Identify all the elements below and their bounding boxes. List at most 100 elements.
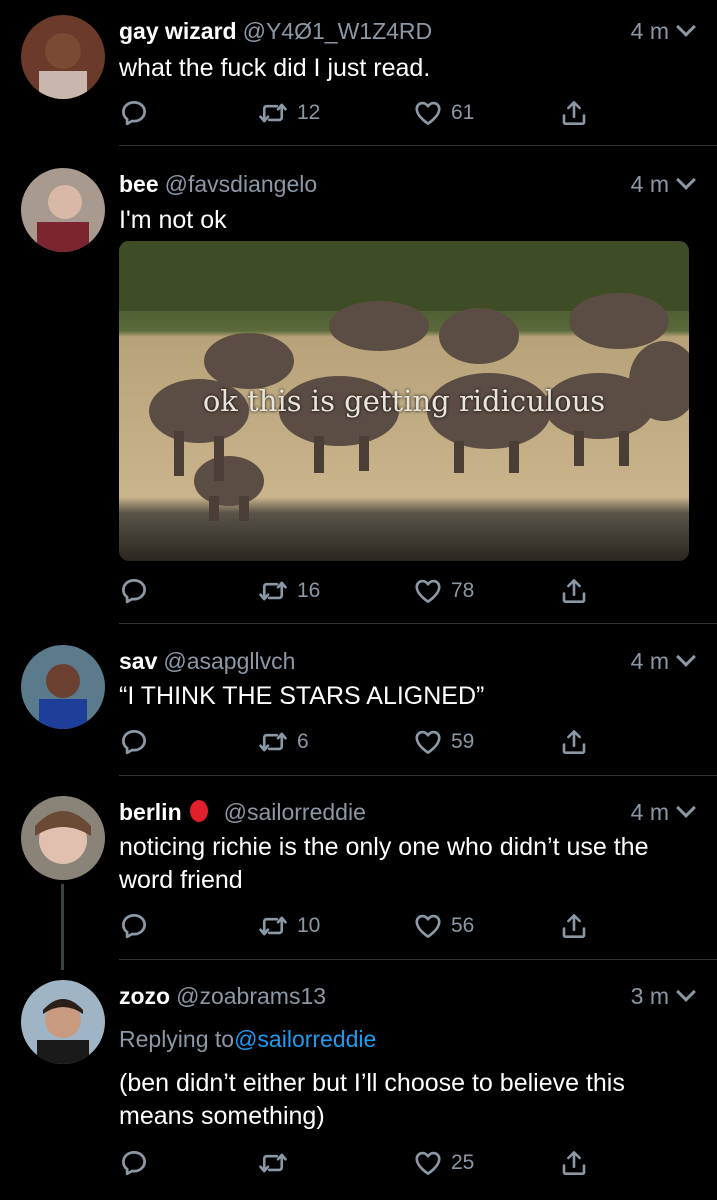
share-icon xyxy=(559,911,589,941)
tweet-header: gay wizard @Y4Ø1_W1Z4RD 4 m xyxy=(119,17,696,45)
display-name[interactable]: berlin xyxy=(119,799,182,825)
tweet-image[interactable]: ok this is getting ridiculous xyxy=(119,241,689,561)
chevron-down-icon[interactable] xyxy=(676,982,696,1002)
avatar[interactable] xyxy=(21,15,105,99)
share-button[interactable] xyxy=(559,574,589,608)
avatar[interactable] xyxy=(21,980,105,1064)
retweet-button[interactable]: 10 xyxy=(257,909,320,943)
heart-icon xyxy=(413,98,443,128)
like-button[interactable]: 61 xyxy=(413,96,474,130)
tweet[interactable]: zozo @zoabrams13 3 m Replying to@sailorre… xyxy=(0,960,717,1200)
tweet-actions: 12 61 xyxy=(119,96,599,130)
timestamp: 3 m xyxy=(630,982,696,1010)
tweet-header: sav @asapgllvch 4 m xyxy=(119,647,696,675)
replying-to-label: Replying to xyxy=(119,1026,235,1052)
tweet-actions: 25 xyxy=(119,1146,599,1180)
tweet[interactable]: sav @asapgllvch 4 m “I THINK THE STARS AL… xyxy=(0,624,717,776)
share-button[interactable] xyxy=(559,909,589,943)
share-button[interactable] xyxy=(559,96,589,130)
replying-to: Replying to@sailorreddie xyxy=(119,1026,376,1053)
avatar[interactable] xyxy=(21,796,105,880)
retweet-button[interactable] xyxy=(257,1146,297,1180)
retweet-count: 6 xyxy=(297,730,309,753)
reply-button[interactable] xyxy=(119,574,149,608)
heart-icon xyxy=(413,576,443,606)
like-button[interactable]: 78 xyxy=(413,574,474,608)
share-icon xyxy=(559,727,589,757)
share-button[interactable] xyxy=(559,725,589,759)
reply-button[interactable] xyxy=(119,725,149,759)
thread-line xyxy=(61,884,64,970)
reply-button[interactable] xyxy=(119,909,149,943)
share-button[interactable] xyxy=(559,1146,589,1180)
like-count: 59 xyxy=(451,730,475,753)
tweet-header: bee @favsdiangelo 4 m xyxy=(119,170,696,198)
timestamp-text: 4 m xyxy=(630,648,669,674)
tweet-header: berlin @sailorreddie 4 m xyxy=(119,798,696,826)
timestamp: 4 m xyxy=(631,798,696,826)
avatar[interactable] xyxy=(21,645,105,729)
like-count: 25 xyxy=(451,1151,475,1174)
retweet-button[interactable]: 16 xyxy=(257,574,320,608)
timestamp: 4 m xyxy=(630,647,696,675)
reply-icon xyxy=(119,576,149,606)
chevron-down-icon[interactable] xyxy=(676,170,696,190)
tweet[interactable]: gay wizard @Y4Ø1_W1Z4RD 4 m what the fuck… xyxy=(0,0,717,146)
tweet-actions: 10 56 xyxy=(119,909,599,943)
timestamp: 4 m xyxy=(630,170,696,198)
chevron-down-icon[interactable] xyxy=(676,647,696,667)
balloon-emoji xyxy=(189,800,208,822)
display-name[interactable]: gay wizard xyxy=(119,18,237,44)
retweet-icon xyxy=(257,98,289,128)
tweet-text: (ben didn’t either but I’ll choose to be… xyxy=(119,1069,625,1130)
timestamp-text: 4 m xyxy=(630,18,669,44)
retweet-icon xyxy=(257,1148,289,1178)
like-button[interactable]: 59 xyxy=(413,725,474,759)
replying-to-handle[interactable]: @sailorreddie xyxy=(234,1026,376,1052)
tweet-text: “I THINK THE STARS ALIGNED” xyxy=(119,682,485,710)
retweet-icon xyxy=(257,727,289,757)
username[interactable]: @sailorreddie xyxy=(224,799,366,825)
retweet-count: 16 xyxy=(297,579,321,602)
retweet-count: 10 xyxy=(297,914,321,937)
like-button[interactable]: 56 xyxy=(413,909,474,943)
reply-button[interactable] xyxy=(119,96,149,130)
username[interactable]: @Y4Ø1_W1Z4RD xyxy=(243,18,433,44)
reply-icon xyxy=(119,727,149,757)
timestamp-text: 3 m xyxy=(630,983,669,1009)
display-name[interactable]: zozo xyxy=(119,983,170,1009)
like-button[interactable]: 25 xyxy=(413,1146,474,1180)
reply-button[interactable] xyxy=(119,1146,149,1180)
image-caption: ok this is getting ridiculous xyxy=(202,384,606,418)
tweet-actions: 16 78 xyxy=(119,574,599,608)
tweet-actions: 6 59 xyxy=(119,725,599,759)
retweet-button[interactable]: 6 xyxy=(257,725,309,759)
reply-icon xyxy=(119,1148,149,1178)
timestamp: 4 m xyxy=(630,17,696,45)
username[interactable]: @favsdiangelo xyxy=(165,171,318,197)
reply-icon xyxy=(119,911,149,941)
username[interactable]: @zoabrams13 xyxy=(176,983,326,1009)
retweet-count: 12 xyxy=(297,101,321,124)
retweet-icon xyxy=(257,911,289,941)
like-count: 56 xyxy=(451,914,475,937)
chevron-down-icon[interactable] xyxy=(676,17,696,37)
timestamp-text: 4 m xyxy=(630,171,669,197)
tweet-text: what the fuck did I just read. xyxy=(119,54,431,82)
reply-icon xyxy=(119,98,149,128)
heart-icon xyxy=(413,1148,443,1178)
username[interactable]: @asapgllvch xyxy=(163,648,295,674)
tweet-text: noticing richie is the only one who didn… xyxy=(119,833,649,894)
tweet-text: I'm not ok xyxy=(119,206,227,234)
retweet-button[interactable]: 12 xyxy=(257,96,320,130)
display-name[interactable]: sav xyxy=(119,648,157,674)
heart-icon xyxy=(413,911,443,941)
chevron-down-icon[interactable] xyxy=(676,798,696,818)
avatar[interactable] xyxy=(21,168,105,252)
tweet[interactable]: bee @favsdiangelo 4 m I'm not ok ok this… xyxy=(0,146,717,624)
display-name[interactable]: bee xyxy=(119,171,159,197)
like-count: 78 xyxy=(451,579,475,602)
share-icon xyxy=(559,1148,589,1178)
share-icon xyxy=(559,98,589,128)
tweet[interactable]: berlin @sailorreddie 4 m noticing richie … xyxy=(0,776,717,970)
